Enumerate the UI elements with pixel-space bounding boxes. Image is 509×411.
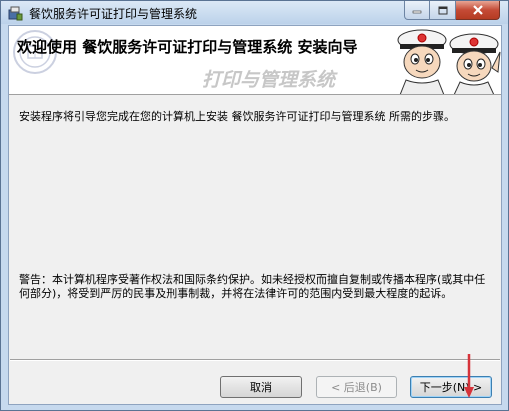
installer-window: 餐饮服务许可证打印与管理系统 欢迎使用 餐饮服务许可证打印与管理系统 安装向导 … [0,0,509,411]
header-banner: 欢迎使用 餐饮服务许可证打印与管理系统 安装向导 打印与管理系统 [9,26,501,95]
copyright-warning-text: 警告：本计算机程序受著作权法和国际条约保护。如未经授权而擅自复制或传播本程序(或… [19,273,486,300]
maximize-button[interactable] [430,1,456,20]
banner-script-text: 打印与管理系统 [202,69,336,91]
mascot-officers-image [397,29,501,94]
window-title: 餐饮服务许可证打印与管理系统 [29,7,198,21]
maximize-icon [438,6,447,14]
cancel-button[interactable]: 取消 [220,376,302,398]
minimize-button[interactable] [404,1,430,20]
minimize-icon [412,10,422,14]
wizard-dialog: 欢迎使用 餐饮服务许可证打印与管理系统 安装向导 打印与管理系统 安装程序将引导… [8,25,502,405]
caption-buttons [404,1,500,20]
installer-icon [8,6,23,21]
separator-line [10,359,500,361]
annotation-arrow-icon [464,354,474,398]
next-button[interactable]: 下一步(N) > [410,376,492,398]
back-button[interactable]: < 后退(B) [316,376,397,398]
close-icon [472,5,483,15]
intro-text: 安装程序将引导您完成在您的计算机上安装 餐饮服务许可证打印与管理系统 所需的步骤… [19,110,455,123]
title-bar[interactable]: 餐饮服务许可证打印与管理系统 [1,1,508,24]
close-button[interactable] [456,1,500,20]
banner-title: 欢迎使用 餐饮服务许可证打印与管理系统 安装向导 [17,38,358,56]
